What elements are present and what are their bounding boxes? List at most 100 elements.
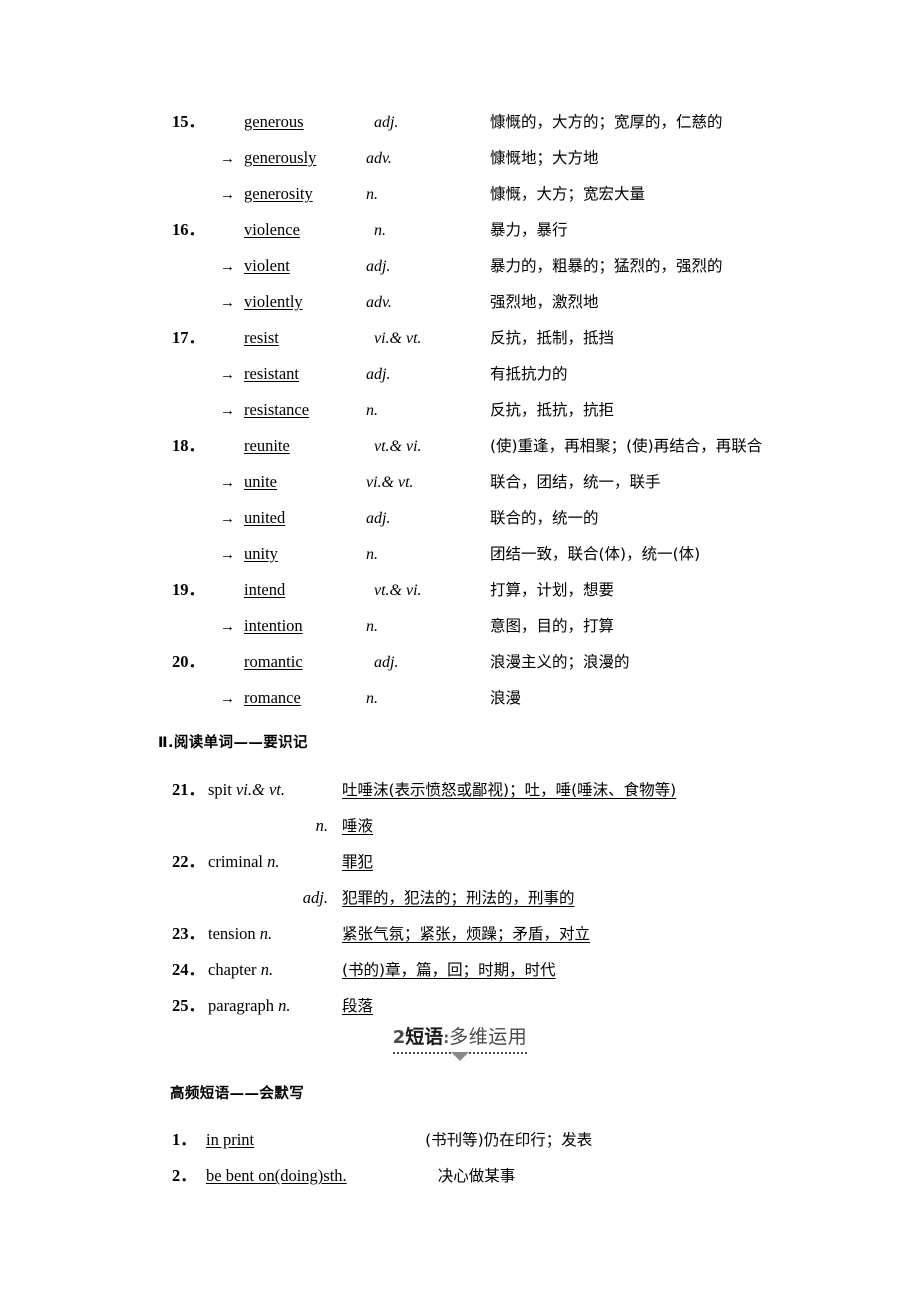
entry-word-text: chapter (208, 960, 261, 979)
word-entry-row: 15． generous adj. 慷慨的，大方的；宽厚的，仁慈的 (172, 104, 912, 140)
entry-definition: 暴力，暴行 (490, 221, 568, 239)
reading-word-row: 25． paragraph n. 段落 (172, 988, 912, 1024)
entry-number: 23． (172, 924, 205, 943)
entry-word-text: romantic (244, 652, 303, 671)
phrase-number: 1． (172, 1130, 197, 1149)
entry-part-of-speech: n. (366, 618, 378, 635)
entry-definition: 联合，团结，统一，联手 (490, 473, 661, 491)
entry-term: chapter n. (208, 952, 342, 988)
entry-definition: 反抗，抵制，抵挡 (490, 329, 615, 347)
entry-word: violently (244, 284, 366, 320)
entry-number: 22． (172, 852, 205, 871)
derivation-arrow-icon: → (220, 259, 235, 275)
entry-definition: 段落 (342, 997, 374, 1015)
entry-term: paragraph n. (208, 988, 342, 1024)
entry-definition: 犯罪的，犯法的；刑法的，刑事的 (342, 889, 575, 907)
entry-word: intend (244, 572, 366, 608)
phrase-row: 1． in print (书刊等)仍在印行；发表 (172, 1122, 912, 1158)
entry-part-of-speech: n. (366, 690, 378, 707)
entry-part-of-speech: adj. (374, 654, 399, 671)
derivation-arrow-icon: → (220, 295, 235, 311)
entry-word: romance (244, 680, 366, 716)
entry-part-of-speech: n. (260, 960, 274, 979)
phrase-definition: 决心做某事 (437, 1167, 516, 1185)
banner-number: 2 (392, 1027, 406, 1048)
entry-number: 21． (172, 780, 205, 799)
reading-word-row: adj. 犯罪的，犯法的；刑法的，刑事的 (172, 880, 912, 916)
derivative-word-list: 15． generous adj. 慷慨的，大方的；宽厚的，仁慈的 → generousl… (172, 104, 912, 716)
entry-term: tension n. (208, 916, 342, 952)
entry-part-of-speech: n. (366, 186, 378, 203)
entry-number: 18． (172, 436, 205, 455)
reading-word-row: 24． chapter n. (书的)章，篇，回；时期，时代 (172, 952, 912, 988)
reading-word-row: 23． tension n. 紧张气氛；紧张，烦躁；矛盾，对立 (172, 916, 912, 952)
entry-word: generosity (244, 176, 366, 212)
section-banner-phrases: 2短语:多维运用 (0, 1022, 920, 1061)
word-entry-row: → resistant adj. 有抵抗力的 (172, 356, 912, 392)
entry-part-of-speech: adj. (302, 888, 328, 907)
word-entry-row: → romance n. 浪漫 (172, 680, 912, 716)
entry-definition: 罪犯 (342, 853, 374, 871)
entry-definition: 意图，目的，打算 (490, 617, 615, 635)
entry-word-text: reunite (244, 436, 290, 455)
reading-word-row: n. 唾液 (172, 808, 912, 844)
entry-word-text: unite (244, 472, 277, 491)
entry-word-text: violence (244, 220, 300, 239)
entry-number: 24． (172, 960, 205, 979)
entry-definition: 有抵抗力的 (490, 365, 568, 383)
derivation-arrow-icon: → (220, 475, 235, 491)
word-entry-row: → generosity n. 慷慨，大方；宽宏大量 (172, 176, 912, 212)
entry-term: adj. (208, 880, 342, 916)
entry-part-of-speech: adj. (374, 114, 399, 131)
word-entry-row: → intention n. 意图，目的，打算 (172, 608, 912, 644)
word-entry-row: → violent adj. 暴力的，粗暴的；猛烈的，强烈的 (172, 248, 912, 284)
word-entry-row: 20． romantic adj. 浪漫主义的；浪漫的 (172, 644, 912, 680)
entry-part-of-speech: vi.& vt. (366, 474, 414, 491)
entry-part-of-speech: adv. (366, 294, 392, 311)
entry-term: spit vi.& vt. (208, 772, 342, 808)
entry-definition: 浪漫主义的；浪漫的 (490, 653, 630, 671)
section-heading-high-frequency-phrases: 高频短语——会默写 (170, 1086, 305, 1102)
entry-word: united (244, 500, 366, 536)
entry-word-text: criminal (208, 852, 268, 871)
banner-light-text: 多维运用 (449, 1026, 528, 1048)
entry-definition: 唾液 (342, 817, 374, 835)
entry-part-of-speech: n. (366, 402, 378, 419)
word-entry-row: 16． violence n. 暴力，暴行 (172, 212, 912, 248)
word-entry-row: → generously adv. 慷慨地；大方地 (172, 140, 912, 176)
entry-word: romantic (244, 644, 366, 680)
entry-word: violence (244, 212, 366, 248)
entry-definition: 慷慨的，大方的；宽厚的，仁慈的 (490, 113, 723, 131)
entry-definition: 联合的，统一的 (490, 509, 599, 527)
entry-part-of-speech: vi.& vt. (235, 780, 285, 799)
word-entry-row: → unity n. 团结一致，联合(体)，统一(体) (172, 536, 912, 572)
derivation-arrow-icon: → (220, 367, 235, 383)
entry-definition: 强烈地，激烈地 (490, 293, 599, 311)
derivation-arrow-icon: → (220, 403, 235, 419)
entry-word-text: intention (244, 616, 303, 635)
phrase-term: be bent on(doing)sth. (206, 1166, 347, 1185)
entry-word-text: romance (244, 688, 301, 707)
entry-word: unite (244, 464, 366, 500)
phrase-row: 2． be bent on(doing)sth. 决心做某事 (172, 1158, 912, 1194)
entry-part-of-speech: vi.& vt. (374, 330, 422, 347)
entry-word-text: paragraph (208, 996, 279, 1015)
entry-word-text: unity (244, 544, 278, 563)
section-heading-reading-words: Ⅱ.阅读单词——要识记 (158, 735, 308, 751)
derivation-arrow-icon: → (220, 547, 235, 563)
entry-word: unity (244, 536, 366, 572)
entry-term: criminal n. (208, 844, 342, 880)
entry-word-text: resistance (244, 400, 310, 419)
entry-definition: 打算，计划，想要 (490, 581, 615, 599)
entry-word: generous (244, 104, 366, 140)
entry-definition: 反抗，抵抗，抗拒 (490, 401, 615, 419)
entry-definition: 暴力的，粗暴的；猛烈的，强烈的 (490, 257, 723, 275)
entry-part-of-speech: n. (374, 222, 386, 239)
entry-definition: 慷慨地；大方地 (490, 149, 599, 167)
derivation-arrow-icon: → (220, 187, 235, 203)
entry-term: n. (208, 808, 342, 844)
chevron-down-icon (451, 1052, 469, 1061)
entry-word-text: united (244, 508, 286, 527)
entry-word-text: tension (208, 924, 260, 943)
entry-part-of-speech: n. (366, 546, 378, 563)
